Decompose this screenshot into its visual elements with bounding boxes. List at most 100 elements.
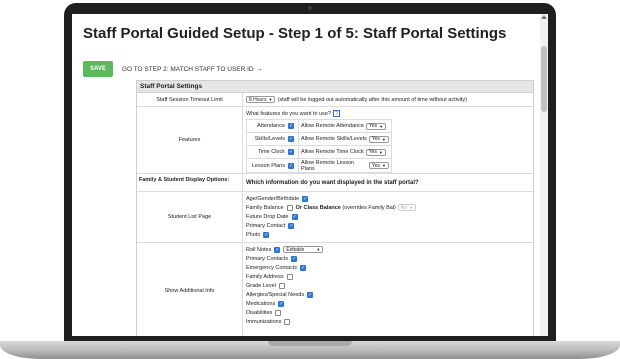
display-question: Which information do you want displayed …	[246, 179, 419, 186]
family-balance-label: Family Balance	[246, 204, 284, 211]
student-list-cell: Age/Gender/Birthdate ✓ Family Balance Or …	[243, 192, 533, 242]
future-drop-label: Future Drop Date	[246, 213, 289, 220]
display-options-label: Family & Student Display Options:	[137, 174, 243, 191]
option-line: Family Address	[246, 272, 530, 281]
webcam	[308, 6, 312, 10]
next-step-label: GO TO STEP 2: MATCH STAFF TO USER ID	[121, 65, 254, 73]
scroll-thumb[interactable]	[541, 46, 547, 112]
option-line: Future Drop Date ✓	[246, 212, 530, 221]
roll-notes-checkbox[interactable]: ✓	[274, 246, 281, 253]
primary-contact-label: Primary Contact	[246, 222, 286, 229]
scroll-up-icon[interactable]	[541, 15, 547, 19]
timeout-select[interactable]: 8 Hours ▼	[246, 96, 276, 103]
timeout-note: (staff will be logged out automatically …	[277, 96, 467, 103]
primary-contact-checkbox[interactable]: ✓	[288, 222, 295, 229]
remote-skills-select[interactable]: Yes ▼	[368, 135, 389, 143]
select-value: Yes	[368, 123, 378, 129]
select-value: Yes	[371, 162, 381, 169]
age-label: Age/Gender/Birthdate	[246, 195, 300, 202]
chevron-down-icon: ▼	[316, 247, 321, 252]
chevron-down-icon: ▼	[382, 163, 386, 168]
option-line: Family Balance Or Class Balance (overrid…	[246, 203, 530, 212]
emergency-contacts-label: Emergency Contacts	[246, 264, 298, 271]
option-line: Photo ✓	[246, 230, 530, 239]
remote-attendance-select[interactable]: Yes ▼	[365, 122, 387, 130]
feature-row-timeclock: Time Clock ✓ Allow Remote Time Clock Yes ▼	[247, 146, 391, 159]
photo-checkbox[interactable]: ✓	[263, 231, 270, 238]
family-balance-checkbox[interactable]	[286, 204, 293, 211]
future-drop-checkbox[interactable]: ✓	[291, 213, 298, 220]
remote-label: Allow Remote Skills/Levels	[301, 136, 367, 142]
immunizations-label: Immunizations	[246, 318, 282, 325]
feature-name: Skills/Levels	[254, 136, 285, 142]
timeout-label: Staff Session Timeout Limit	[137, 93, 243, 106]
chevron-down-icon: ▼	[268, 97, 273, 102]
additional-info-row: Show Additional Info Roll Notes ✓ Editabl…	[137, 243, 533, 336]
screen: Staff Portal Guided Setup - Step 1 of 5:…	[72, 14, 548, 336]
panel-header: Staff Portal Settings	[137, 81, 533, 93]
immunizations-checkbox[interactable]	[284, 318, 291, 325]
feature-row-attendance: Attendance ✓ Allow Remote Attendance Yes ▼	[247, 120, 391, 133]
medications-label: Medications	[246, 300, 276, 307]
grade-level-checkbox[interactable]	[278, 282, 285, 289]
features-question: What features do you want to use?	[246, 110, 331, 117]
lessonplans-checkbox[interactable]: ✓	[288, 162, 294, 169]
page-title: Staff Portal Guided Setup - Step 1 of 5:…	[83, 25, 507, 42]
additional-info-label: Show Additional Info	[137, 243, 243, 336]
roll-notes-select[interactable]: Editable ▼	[283, 246, 324, 253]
skills-checkbox[interactable]: ✓	[288, 136, 294, 142]
help-icon[interactable]: ?	[333, 110, 340, 117]
timeclock-checkbox[interactable]: ✓	[288, 149, 294, 155]
timeout-value-cell: 8 Hours ▼ (staff will be logged out autom…	[243, 93, 533, 106]
select-value: No	[400, 204, 408, 211]
attendance-checkbox[interactable]: ✓	[288, 123, 294, 129]
timeout-row: Staff Session Timeout Limit 8 Hours ▼ (st…	[137, 93, 533, 107]
remote-timeclock-select[interactable]: Yes ▼	[365, 148, 386, 156]
student-list-row: Student List Page Age/Gender/Birthdate ✓ …	[137, 192, 533, 243]
photo-label: Photo	[246, 231, 261, 238]
save-button[interactable]: SAVE	[83, 61, 113, 77]
option-line: Medications ✓	[246, 299, 530, 308]
disabilities-checkbox[interactable]	[275, 309, 282, 316]
family-address-checkbox[interactable]	[286, 273, 293, 280]
remote-label: Allow Remote Time Clock	[301, 149, 364, 155]
laptop-notch	[268, 341, 352, 346]
primary-contacts-checkbox[interactable]: ✓	[291, 255, 298, 262]
option-line: Primary Contacts ✓	[246, 254, 530, 263]
feature-row-skills: Skills/Levels ✓ Allow Remote Skills/Level…	[247, 133, 391, 146]
features-question-line: What features do you want to use? ?	[246, 109, 530, 118]
remote-lessonplans-select[interactable]: Yes ▼	[368, 162, 389, 169]
grade-level-label: Grade Level	[246, 282, 276, 289]
option-line: Emergency Contacts ✓	[246, 263, 530, 272]
roll-notes-label: Roll Notes	[246, 246, 272, 253]
student-list-label: Student List Page	[137, 192, 243, 242]
allergies-checkbox[interactable]: ✓	[307, 291, 314, 298]
select-value: Yes	[371, 136, 380, 142]
additional-info-cell: Roll Notes ✓ Editable ▼ Primary Contacts ✓ …	[243, 243, 533, 336]
disabilities-label: Disabilities	[246, 309, 273, 316]
remote-label: Allow Remote Attendance	[301, 123, 364, 129]
class-balance-select[interactable]: No ▼	[397, 204, 417, 211]
medications-checkbox[interactable]: ✓	[278, 300, 285, 307]
emergency-contacts-checkbox[interactable]: ✓	[300, 264, 307, 271]
features-grid: Attendance ✓ Allow Remote Attendance Yes ▼ …	[246, 119, 392, 173]
option-line: Primary Contact ✓	[246, 221, 530, 230]
option-line: Grade Level	[246, 281, 530, 290]
select-value: Yes	[368, 149, 377, 155]
features-cell: What features do you want to use? ? Atte…	[243, 107, 533, 173]
option-line: Immunizations	[246, 317, 530, 326]
option-line: Age/Gender/Birthdate ✓	[246, 194, 530, 203]
features-label: Features	[137, 107, 243, 173]
arrow-right-icon: →	[255, 65, 263, 73]
chevron-down-icon: ▼	[409, 205, 414, 210]
chevron-down-icon: ▼	[381, 136, 386, 142]
overrides-note: (overrides Family Bal)	[342, 204, 396, 211]
age-checkbox[interactable]: ✓	[302, 195, 309, 202]
next-step-button[interactable]: GO TO STEP 2: MATCH STAFF TO USER ID →	[122, 66, 263, 73]
feature-row-lessonplans: Lesson Plans ✓ Allow Remote Lesson Plans Y…	[247, 159, 391, 172]
option-line: Roll Notes ✓ Editable ▼	[246, 245, 530, 254]
features-row: Features What features do you want to us…	[137, 107, 533, 174]
option-line: Disabilities	[246, 308, 530, 317]
scrollbar[interactable]	[540, 14, 548, 336]
select-value: Editable	[286, 246, 305, 253]
